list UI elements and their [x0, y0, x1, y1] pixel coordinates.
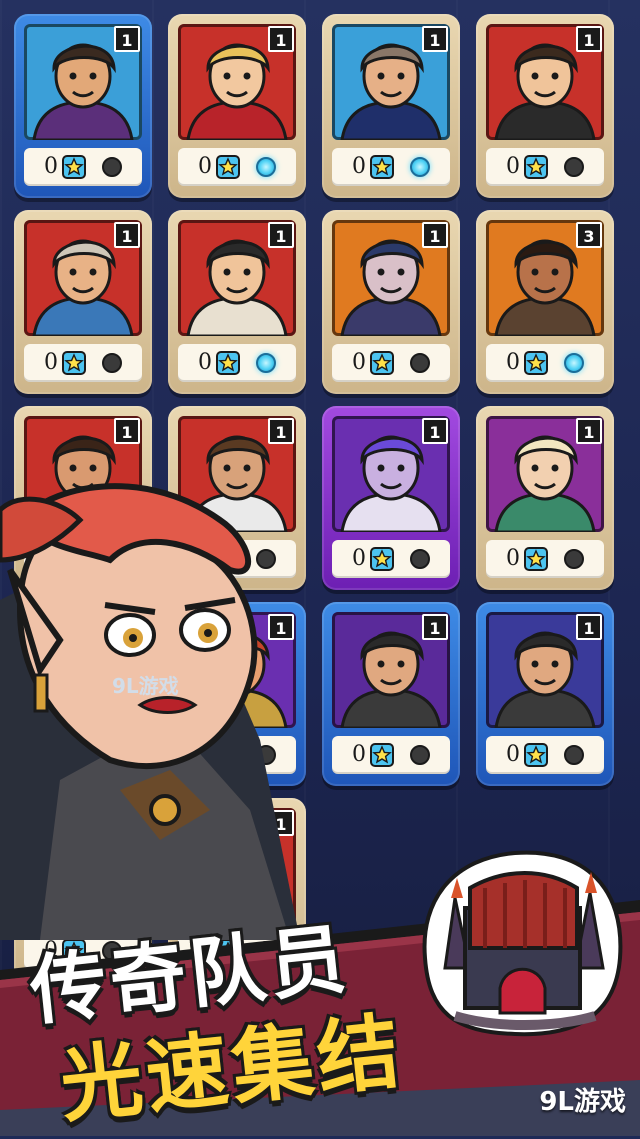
card-count-badge: 1: [114, 222, 140, 248]
star-icon: [62, 155, 86, 179]
hero-card[interactable]: 10: [476, 406, 614, 590]
card-info-bar: 0: [332, 148, 450, 186]
gem-empty-icon: [564, 745, 584, 765]
star-count: 0: [198, 350, 212, 375]
hero-card[interactable]: 10: [476, 602, 614, 786]
card-info-bar: 0: [24, 148, 142, 186]
star-icon: [370, 351, 394, 375]
card-count-badge: 1: [576, 26, 602, 52]
site-watermark: 9L游戏: [539, 1087, 626, 1117]
hero-card[interactable]: 10: [14, 14, 152, 198]
star-icon: [62, 351, 86, 375]
star-icon: [370, 743, 394, 767]
star-count: 0: [198, 154, 212, 179]
star-icon: [524, 351, 548, 375]
castle-sticker-icon: [415, 838, 630, 1038]
star-count: 0: [506, 742, 520, 767]
gem-empty-icon: [564, 549, 584, 569]
star-icon: [370, 547, 394, 571]
gem-empty-icon: [102, 353, 122, 373]
gem-empty-icon: [564, 157, 584, 177]
card-info-bar: 0: [486, 540, 604, 578]
star-count: 0: [352, 350, 366, 375]
hero-card[interactable]: 10: [322, 14, 460, 198]
gem-glow-icon: [256, 353, 276, 373]
star-icon: [216, 351, 240, 375]
star-count: 0: [506, 350, 520, 375]
card-info-bar: 0: [332, 540, 450, 578]
hero-card[interactable]: 10: [322, 406, 460, 590]
card-info-bar: 0: [486, 148, 604, 186]
star-count: 0: [44, 350, 58, 375]
hero-card[interactable]: 10: [168, 14, 306, 198]
gem-empty-icon: [410, 745, 430, 765]
star-count: 0: [352, 742, 366, 767]
card-count-badge: 1: [114, 26, 140, 52]
center-watermark: 9L游戏: [112, 674, 179, 698]
hero-card[interactable]: 10: [322, 210, 460, 394]
star-icon: [524, 547, 548, 571]
hero-card[interactable]: 10: [168, 210, 306, 394]
star-icon: [370, 155, 394, 179]
card-count-badge: 1: [268, 26, 294, 52]
gem-empty-icon: [102, 157, 122, 177]
card-count-badge: 1: [268, 222, 294, 248]
card-info-bar: 0: [332, 736, 450, 774]
card-count-badge: 1: [422, 26, 448, 52]
gem-glow-icon: [256, 157, 276, 177]
card-count-badge: 1: [422, 222, 448, 248]
card-info-bar: 0: [486, 736, 604, 774]
elf-heroine-illustration: [0, 480, 330, 940]
card-info-bar: 0: [486, 344, 604, 382]
card-count-badge: 1: [268, 418, 294, 444]
hero-card[interactable]: 10: [476, 14, 614, 198]
gem-glow-icon: [410, 157, 430, 177]
star-count: 0: [352, 154, 366, 179]
card-count-badge: 1: [576, 614, 602, 640]
star-count: 0: [506, 546, 520, 571]
gem-glow-icon: [564, 353, 584, 373]
star-count: 0: [352, 546, 366, 571]
card-count-badge: 1: [422, 614, 448, 640]
star-count: 0: [506, 154, 520, 179]
card-count-badge: 3: [576, 222, 602, 248]
hero-card[interactable]: 10: [322, 602, 460, 786]
card-info-bar: 0: [178, 148, 296, 186]
card-count-badge: 1: [576, 418, 602, 444]
star-count: 0: [44, 154, 58, 179]
gem-empty-icon: [410, 549, 430, 569]
hero-card[interactable]: 30: [476, 210, 614, 394]
card-count-badge: 1: [114, 418, 140, 444]
star-icon: [524, 743, 548, 767]
card-count-badge: 1: [422, 418, 448, 444]
star-icon: [524, 155, 548, 179]
card-info-bar: 0: [24, 344, 142, 382]
gem-empty-icon: [410, 353, 430, 373]
star-icon: [216, 155, 240, 179]
hero-card[interactable]: 10: [14, 210, 152, 394]
card-info-bar: 0: [178, 344, 296, 382]
card-info-bar: 0: [332, 344, 450, 382]
